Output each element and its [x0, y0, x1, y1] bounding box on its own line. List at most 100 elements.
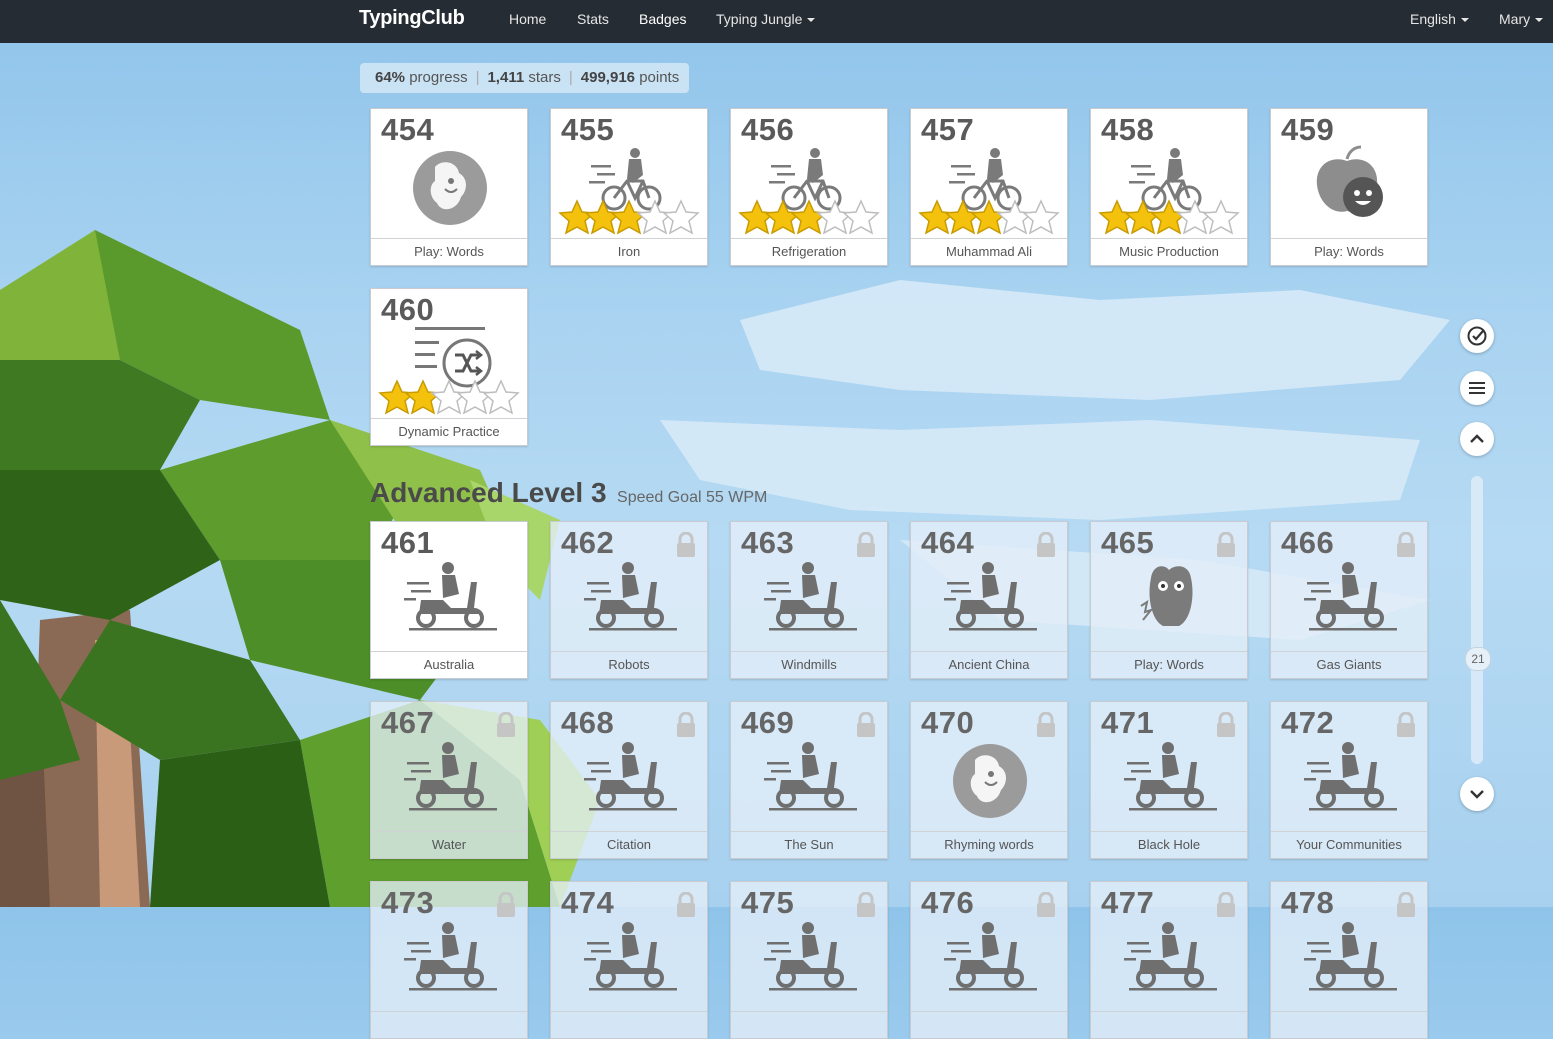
- scroll-down-button[interactable]: [1460, 777, 1494, 811]
- brand-logo[interactable]: TypingClub: [359, 7, 465, 30]
- scooter-icon: [1304, 562, 1397, 631]
- lesson-card-465[interactable]: 465 Play: Words: [1090, 521, 1248, 679]
- caret-down-icon: [1535, 18, 1544, 23]
- nav-stats-link[interactable]: Stats: [577, 11, 609, 27]
- check-circle-icon: [1467, 326, 1487, 346]
- scooter-icon: [584, 742, 677, 811]
- level-title: Advanced Level 3: [370, 477, 607, 508]
- lesson-card-469[interactable]: 469 The Sun: [730, 701, 888, 859]
- lesson-card-477[interactable]: 477: [1090, 881, 1248, 1039]
- star-filled-icon: [1098, 199, 1136, 235]
- scroll-up-button[interactable]: [1460, 422, 1494, 456]
- game-dodge-icon: [953, 744, 1027, 818]
- lesson-title: Ancient China: [911, 651, 1067, 678]
- nav-badges-link[interactable]: Badges: [639, 11, 686, 27]
- lesson-card-454[interactable]: 454 Play: Words: [370, 108, 528, 266]
- lesson-card-471[interactable]: 471 Black Hole: [1090, 701, 1248, 859]
- lesson-title: Your Communities: [1271, 831, 1427, 858]
- scooter-icon: [944, 922, 1037, 991]
- typing-jungle-label: Typing Jungle: [716, 11, 803, 27]
- shuffle-icon: [378, 327, 520, 415]
- star-empty-icon: [842, 199, 880, 235]
- lesson-card-475[interactable]: 475: [730, 881, 888, 1039]
- scooter-icon: [404, 742, 497, 811]
- lesson-title: Music Production: [1091, 238, 1247, 265]
- level-scrollbar[interactable]: [1471, 476, 1483, 764]
- lesson-title: Play: Words: [1271, 238, 1427, 265]
- lesson-title: Dynamic Practice: [371, 418, 527, 445]
- caret-down-icon: [807, 18, 816, 23]
- star-filled-icon: [764, 199, 802, 235]
- level-heading: Advanced Level 3 Speed Goal 55 WPM: [370, 477, 767, 509]
- bicycle-icon: [918, 148, 1060, 235]
- lesson-card-460[interactable]: 460 Dynamic Practice: [370, 288, 528, 446]
- lesson-title: Citation: [551, 831, 707, 858]
- lesson-card-458[interactable]: 458 Music Production: [1090, 108, 1248, 266]
- lesson-card-473[interactable]: 473: [370, 881, 528, 1039]
- scooter-icon: [404, 562, 497, 631]
- bicycle-icon: [738, 148, 880, 235]
- lesson-card-466[interactable]: 466 Gas Giants: [1270, 521, 1428, 679]
- scooter-icon: [944, 562, 1037, 631]
- menu-button[interactable]: [1460, 371, 1494, 405]
- lesson-title: Australia: [371, 651, 527, 678]
- scooter-icon: [764, 922, 857, 991]
- progress-summary: 64% progress | 1,411 stars | 499,916 points: [360, 63, 690, 93]
- lesson-card-476[interactable]: 476: [910, 881, 1068, 1039]
- progress-label: progress: [409, 69, 468, 86]
- lesson-card-456[interactable]: 456 Refrigeration: [730, 108, 888, 266]
- caret-down-icon: [1460, 18, 1469, 23]
- star-filled-icon: [404, 379, 442, 415]
- lesson-card-470[interactable]: 470 Rhyming words: [910, 701, 1068, 859]
- scroll-position-badge: 21: [1465, 647, 1491, 671]
- lesson-title: [551, 1011, 707, 1038]
- nav-typing-jungle-dropdown[interactable]: Typing Jungle: [716, 11, 816, 27]
- lesson-title: Play: Words: [371, 238, 527, 265]
- lesson-card-468[interactable]: 468 Citation: [550, 701, 708, 859]
- user-menu-dropdown[interactable]: Mary: [1499, 11, 1544, 27]
- stars-value: 1,411: [487, 69, 525, 86]
- lesson-card-462[interactable]: 462 Robots: [550, 521, 708, 679]
- language-dropdown[interactable]: English: [1410, 11, 1469, 27]
- lesson-card-464[interactable]: 464 Ancient China: [910, 521, 1068, 679]
- separator: |: [568, 69, 573, 86]
- lesson-title: Gas Giants: [1271, 651, 1427, 678]
- lesson-card-467[interactable]: 467 Water: [370, 701, 528, 859]
- star-filled-icon: [918, 199, 956, 235]
- lesson-card-472[interactable]: 472 Your Communities: [1270, 701, 1428, 859]
- scooter-icon: [1124, 742, 1217, 811]
- lesson-title: Robots: [551, 651, 707, 678]
- check-circle-button[interactable]: [1460, 319, 1494, 353]
- lesson-title: Water: [371, 831, 527, 858]
- points-label: points: [639, 69, 680, 86]
- star-filled-icon: [558, 199, 596, 235]
- star-filled-icon: [584, 199, 622, 235]
- lesson-title: Play: Words: [1091, 651, 1247, 678]
- lesson-card-478[interactable]: 478: [1270, 881, 1428, 1039]
- game-dodge-icon: [413, 151, 487, 225]
- bicycle-icon: [1098, 148, 1240, 235]
- language-label: English: [1410, 11, 1456, 27]
- lesson-card-457[interactable]: 457 Muhammad Ali: [910, 108, 1068, 266]
- nav-home-link[interactable]: Home: [509, 11, 546, 27]
- lesson-title: Windmills: [731, 651, 887, 678]
- lesson-card-461[interactable]: 461 Australia: [370, 521, 528, 679]
- lesson-card-474[interactable]: 474: [550, 881, 708, 1039]
- lesson-title: [911, 1011, 1067, 1038]
- star-empty-icon: [1202, 199, 1240, 235]
- menu-icon: [1469, 382, 1485, 394]
- lesson-card-459[interactable]: 459 Play: Words: [1270, 108, 1428, 266]
- stars-label: stars: [528, 69, 561, 86]
- progress-value: 64%: [375, 69, 406, 86]
- chevron-up-icon: [1470, 434, 1484, 443]
- lesson-card-463[interactable]: 463 Windmills: [730, 521, 888, 679]
- lesson-title: [1271, 1011, 1427, 1038]
- scooter-icon: [764, 562, 857, 631]
- lesson-title: The Sun: [731, 831, 887, 858]
- star-empty-icon: [482, 379, 520, 415]
- user-name: Mary: [1499, 11, 1531, 27]
- scooter-icon: [404, 922, 497, 991]
- scooter-icon: [1124, 922, 1217, 991]
- star-empty-icon: [662, 199, 700, 235]
- lesson-card-455[interactable]: 455 Iron: [550, 108, 708, 266]
